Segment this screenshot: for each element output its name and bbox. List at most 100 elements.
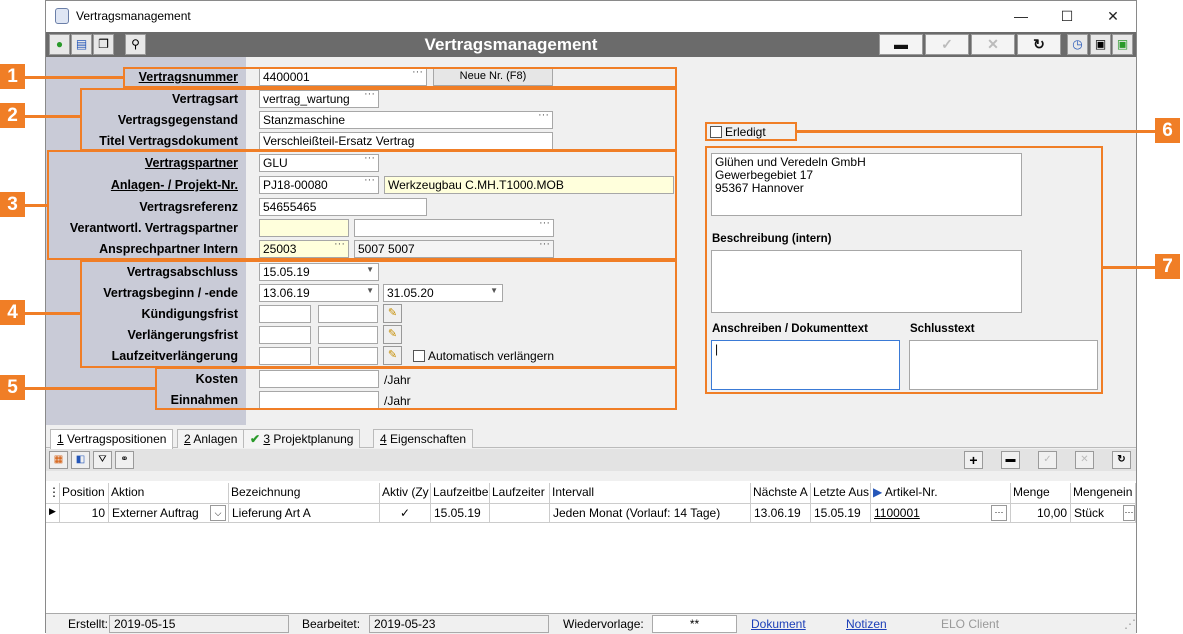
refresh-grid-button[interactable]: ↻ [1112,451,1131,469]
callout-box-4 [80,260,677,368]
resize-grip-icon[interactable]: ⋰ [1124,617,1136,631]
callout-number: 4 [0,300,25,325]
tab-number: 2 [184,432,191,446]
column-header[interactable]: Laufzeitbe [431,483,490,503]
column-header[interactable]: Bezeichnung [229,483,380,503]
remove-button[interactable]: ▬ [879,34,923,55]
cell-intervall[interactable]: Jeden Monat (Vorlauf: 14 Tage) [550,503,751,523]
filter-icon[interactable]: ⛛ [93,451,112,469]
column-header[interactable]: Position [60,483,109,503]
confirm-row-button[interactable]: ✓ [1038,451,1057,469]
cancel-button[interactable]: ✕ [971,34,1015,55]
chevron-down-icon[interactable]: ⌵ [210,505,226,521]
cell-einheit[interactable]: Stück ··· [1071,503,1136,523]
grid-menu-icon[interactable]: ⋮ [46,483,60,503]
column-header[interactable]: ▶ Artikel-Nr. [871,483,1011,503]
callout-number: 3 [0,192,25,217]
callout-line-3 [25,204,47,207]
box-plus-icon[interactable]: ▣ [1112,34,1133,55]
tab-vertragspositionen[interactable]: 1 Vertragspositionen [50,429,174,449]
column-header[interactable]: Mengenein [1071,483,1136,503]
cell-position[interactable]: 10 [60,503,109,523]
box-icon[interactable]: ▣ [1090,34,1111,55]
columns-icon[interactable]: ▦ [49,451,68,469]
cell-letzte[interactable]: 15.05.19 [811,503,871,523]
callout-number: 7 [1155,254,1180,279]
column-header[interactable]: Menge [1011,483,1071,503]
header-title: Vertragsmanagement [424,35,598,54]
cell-aktion-value: Externer Auftrag [112,506,199,520]
more-icon[interactable]: ··· [1123,505,1135,521]
callout-line-2 [25,115,80,118]
app-icon [55,8,69,24]
split-icon[interactable]: ◧ [71,451,90,469]
tab-bar: 1 Vertragspositionen 2 Anlagen ✔ 3 Proje… [46,426,1136,449]
callout-number: 6 [1155,118,1180,143]
cancel-row-button[interactable]: ✕ [1075,451,1094,469]
callout-line-6 [797,130,1155,133]
tab-number: 4 [380,432,387,446]
status-bar: Erstellt: 2019-05-15 Bearbeitet: 2019-05… [46,613,1136,634]
erstellt-value: 2019-05-15 [109,615,289,633]
wiedervorlage-button[interactable]: ** [652,615,737,633]
link-icon[interactable]: ⚭ [115,451,134,469]
callout-line-5 [25,387,155,390]
tab-label: Eigenschaften [386,432,467,446]
maximize-button[interactable]: ☐ [1044,1,1090,32]
callout-box-6 [705,122,797,141]
cell-aktiv-checkbox[interactable]: ✓ [380,503,431,523]
callout-box-2 [80,88,677,151]
bearbeitet-label: Bearbeitet: [302,617,361,631]
callout-box-5 [155,367,677,410]
elo-client-link[interactable]: ELO Client [941,617,999,631]
more-icon[interactable]: ··· [991,505,1007,521]
main-toolbar: ● ▤ ❐ ⚲ Vertragsmanagement ▬ ✓ ✕ ↻ ◷ ▣ ▣ [46,32,1136,57]
callout-box-1 [123,67,677,88]
add-row-button[interactable]: + [964,451,983,469]
callout-number: 5 [0,375,25,400]
refresh-button[interactable]: ↻ [1017,34,1061,55]
dokument-link[interactable]: Dokument [751,617,806,631]
tab-anlagen[interactable]: 2 Anlagen [177,429,245,448]
tab-number: 1 [57,432,64,446]
positions-grid: ⋮ Position Aktion Bezeichnung Aktiv (Zy … [46,481,1136,613]
tab-eigenschaften[interactable]: 4 Eigenschaften [373,429,474,448]
column-header[interactable]: Aktiv (Zy [380,483,431,503]
tab-projektplanung[interactable]: ✔ 3 Projektplanung [243,429,361,448]
artikel-link[interactable]: 1100001 [874,506,920,520]
cell-artikel[interactable]: 1100001 ··· [871,503,1011,523]
erstellt-label: Erstellt: [68,617,109,631]
column-header[interactable]: Aktion [109,483,229,503]
callout-box-7 [705,146,1103,394]
column-header[interactable]: Letzte Aus [811,483,871,503]
callout-number: 1 [0,64,25,89]
cell-naechste[interactable]: 13.06.19 [751,503,811,523]
callout-line-1 [25,76,123,79]
cell-laufzeitbeginn[interactable]: 15.05.19 [431,503,490,523]
sort-icon: ▶ [873,485,883,499]
cell-bezeichnung[interactable]: Lieferung Art A [229,503,380,523]
wiedervorlage-label: Wiedervorlage: [563,617,644,631]
grid-toolbar: ▦ ◧ ⛛ ⚭ + ▬ ✓ ✕ ↻ [46,449,1136,471]
callout-line-7 [1103,266,1155,269]
cell-laufzeitende[interactable] [490,503,550,523]
callout-number: 2 [0,103,25,128]
remove-row-button[interactable]: ▬ [1001,451,1020,469]
cell-menge[interactable]: 10,00 [1011,503,1071,523]
column-header[interactable]: Intervall [550,483,751,503]
tab-label: Anlagen [190,432,238,446]
confirm-button[interactable]: ✓ [925,34,969,55]
cell-aktion[interactable]: Externer Auftrag ⌵ [109,503,229,523]
notizen-link[interactable]: Notizen [846,617,887,631]
column-header[interactable]: Nächste A [751,483,811,503]
minimize-button[interactable]: — [998,1,1044,32]
window-title: Vertragsmanagement [76,9,191,23]
column-header[interactable]: Laufzeiter [490,483,550,503]
cell-einheit-value: Stück [1074,506,1105,520]
tab-label: Vertragspositionen [63,432,167,446]
clock-icon[interactable]: ◷ [1067,34,1088,55]
column-header-label: Artikel-Nr. [884,485,938,499]
callout-line-4 [25,312,80,315]
close-button[interactable]: ✕ [1090,1,1136,32]
bearbeitet-value: 2019-05-23 [369,615,549,633]
